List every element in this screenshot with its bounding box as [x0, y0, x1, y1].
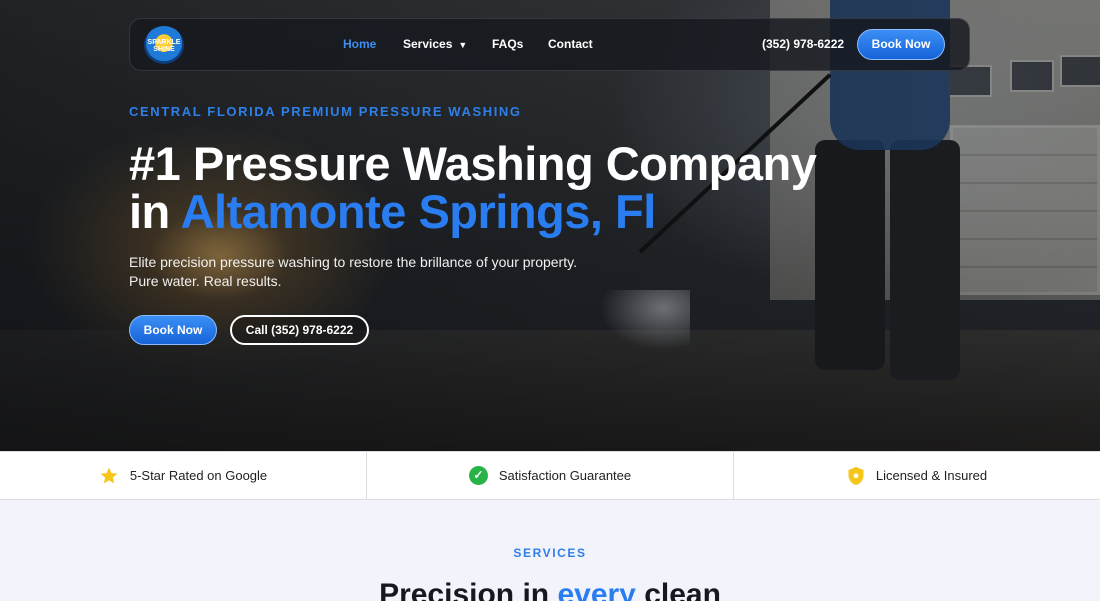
nav-link-faqs[interactable]: FAQs: [492, 37, 523, 51]
nav-link-home[interactable]: Home: [343, 37, 376, 51]
star-icon: [100, 467, 118, 483]
hero-eyebrow: CENTRAL FLORIDA PREMIUM PRESSURE WASHING: [129, 104, 522, 119]
hero-headline: #1 Pressure Washing Company in Altamonte…: [129, 140, 929, 236]
chevron-down-icon: ▼: [458, 40, 468, 50]
shield-icon: [848, 466, 864, 485]
services-eyebrow: SERVICES: [513, 546, 587, 560]
hero-headline-line1: #1 Pressure Washing Company: [129, 137, 817, 190]
hero-subtext-line1: Elite precision pressure washing to rest…: [129, 254, 577, 270]
nav-phone-number[interactable]: (352) 978-6222: [762, 37, 844, 51]
trust-bar: 5-Star Rated on Google ✓ Satisfaction Gu…: [0, 451, 1100, 500]
trust-item-guarantee: ✓ Satisfaction Guarantee: [366, 452, 733, 499]
hero-headline-prefix: in: [129, 185, 181, 238]
trust-item-label: Satisfaction Guarantee: [498, 468, 632, 483]
trust-item-label: 5-Star Rated on Google: [129, 468, 268, 483]
hero-book-now-button[interactable]: Book Now: [129, 315, 217, 345]
services-title-prefix: Precision in: [379, 578, 558, 601]
services-title: Precision in every clean: [0, 578, 1100, 601]
nav-link-contact[interactable]: Contact: [548, 37, 593, 51]
services-title-suffix: clean: [635, 578, 721, 601]
main-navbar: SPARKLE SHINE Home Services ▼ FAQs Contac…: [129, 18, 970, 71]
hero-section: SPARKLE SHINE Home Services ▼ FAQs Contac…: [0, 0, 1100, 451]
nav-link-services-label: Services: [403, 37, 453, 51]
hero-subtext-line2: Pure water. Real results.: [129, 273, 282, 289]
services-title-accent: every: [557, 578, 636, 601]
logo-wordmark: SPARKLE SHINE: [147, 39, 181, 53]
trust-item-label: Licensed & Insured: [875, 468, 988, 483]
nav-link-services[interactable]: Services ▼: [403, 37, 467, 51]
check-circle-icon: ✓: [468, 466, 488, 485]
trust-item-rating: 5-Star Rated on Google: [0, 452, 366, 499]
hero-subtext: Elite precision pressure washing to rest…: [129, 253, 629, 291]
hero-headline-location: Altamonte Springs, Fl: [180, 185, 657, 238]
hero-call-button[interactable]: Call (352) 978-6222: [230, 315, 369, 345]
trust-item-licensed: Licensed & Insured: [733, 452, 1100, 499]
brand-logo[interactable]: SPARKLE SHINE: [144, 26, 184, 64]
nav-book-now-button[interactable]: Book Now: [857, 29, 945, 60]
